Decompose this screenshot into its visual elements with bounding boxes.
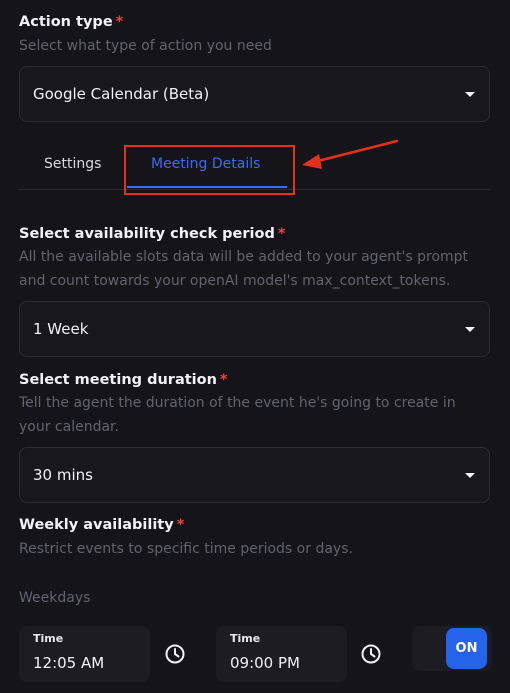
start-time-value: 12:05 AM — [33, 654, 105, 672]
required-mark: * — [277, 226, 286, 242]
availability-period-select[interactable]: 1 Week — [19, 301, 490, 357]
end-clock-icon[interactable] — [360, 643, 382, 665]
weekly-availability-help: Restrict events to specific time periods… — [19, 541, 353, 557]
required-mark: * — [115, 14, 124, 30]
start-time-input[interactable]: Time 12:05 AM — [19, 626, 150, 682]
start-time-caption: Time — [33, 632, 64, 645]
meeting-duration-help-1: Tell the agent the duration of the event… — [19, 395, 456, 411]
required-mark: * — [176, 517, 185, 533]
start-clock-icon[interactable] — [164, 643, 186, 665]
action-type-label: Action type * — [19, 14, 124, 30]
weekly-availability-label: Weekly availability * — [19, 517, 185, 533]
action-type-value: Google Calendar (Beta) — [33, 85, 210, 103]
weekday-toggle-on[interactable]: ON — [446, 628, 487, 669]
availability-period-value: 1 Week — [33, 320, 89, 338]
chevron-down-icon — [465, 473, 475, 478]
chevron-down-icon — [465, 92, 475, 97]
annotation-highlight-box — [124, 145, 295, 195]
meeting-duration-help-2: your calendar. — [19, 419, 119, 435]
meeting-duration-select[interactable]: 30 mins — [19, 447, 490, 503]
required-mark: * — [219, 372, 228, 388]
end-time-value: 09:00 PM — [230, 654, 300, 672]
chevron-down-icon — [465, 327, 475, 332]
end-time-caption: Time — [230, 632, 261, 645]
availability-period-help-2: and count towards your openAI model's ma… — [19, 273, 451, 289]
action-settings-panel: Action type * Select what type of action … — [0, 0, 510, 693]
action-type-select[interactable]: Google Calendar (Beta) — [19, 66, 490, 122]
meeting-duration-label: Select meeting duration * — [19, 372, 228, 388]
tab-settings[interactable]: Settings — [44, 156, 101, 172]
action-type-help: Select what type of action you need — [19, 38, 272, 54]
meeting-duration-value: 30 mins — [33, 466, 93, 484]
availability-period-help-1: All the available slots data will be add… — [19, 249, 469, 265]
end-time-input[interactable]: Time 09:00 PM — [216, 626, 347, 682]
availability-period-label: Select availability check period * — [19, 226, 286, 242]
weekdays-group-label: Weekdays — [19, 590, 91, 606]
annotation-arrow-icon — [302, 139, 399, 169]
